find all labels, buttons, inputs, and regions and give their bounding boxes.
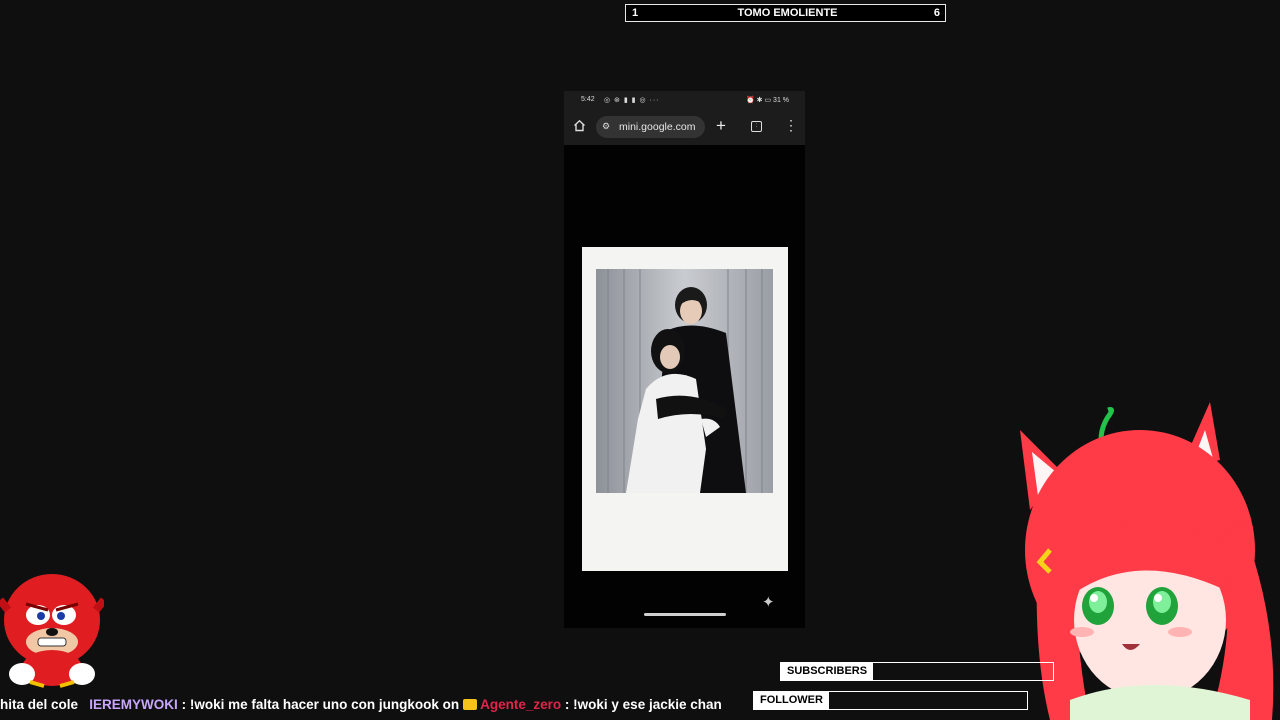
couple-photo	[596, 269, 773, 493]
browser-toolbar: ⚙ mini.google.com + : ⋮	[564, 109, 805, 145]
stream-counter-bar: 1 TOMO EMOLIENTE 6	[625, 4, 946, 22]
follower-goal-box: FOLLOWER	[753, 691, 1028, 710]
crown-icon	[462, 699, 477, 710]
subscribers-goal-box: SUBSCRIBERS	[780, 662, 1054, 681]
new-tab-icon[interactable]: +	[716, 116, 726, 136]
counter-title: TOMO EMOLIENTE	[737, 7, 838, 19]
status-battery: ⏰ ✱ ▭ 31 %	[746, 97, 789, 104]
chat-message: : !woki y ese jackie chan	[564, 697, 722, 712]
chat-username: Agente_zero	[480, 697, 562, 712]
counter-left: 1	[632, 7, 639, 19]
sparkle-icon[interactable]: ✦	[762, 593, 775, 611]
chat-ticker: hita del cole IEREMYWOKI : !woki me falt…	[0, 697, 760, 717]
gesture-bar	[644, 613, 726, 616]
counter-right: 6	[933, 7, 940, 19]
status-notification-icons: ◎ ⊛ ▮ ▮ ◎ ···	[604, 97, 660, 104]
polaroid-image	[582, 247, 788, 571]
home-icon[interactable]	[573, 119, 586, 132]
subscribers-label: SUBSCRIBERS	[781, 663, 874, 680]
address-url: mini.google.com	[619, 121, 696, 133]
chat-username: IEREMYWOKI	[89, 697, 178, 712]
address-bar[interactable]: ⚙ mini.google.com	[596, 116, 705, 138]
knuckles-sticker	[0, 574, 104, 688]
follower-label: FOLLOWER	[754, 692, 829, 709]
tab-switcher-icon[interactable]: :	[751, 121, 762, 132]
more-menu-icon[interactable]: ⋮	[784, 118, 798, 132]
ticker-prefix: hita del cole	[0, 697, 79, 712]
phone-status-bar: 5:42 ◎ ⊛ ▮ ▮ ◎ ··· ⏰ ✱ ▭ 31 %	[564, 91, 805, 109]
phone-screen: 5:42 ◎ ⊛ ▮ ▮ ◎ ··· ⏰ ✱ ▭ 31 % ⚙ mini.goo…	[564, 91, 805, 628]
site-settings-icon[interactable]: ⚙	[602, 121, 610, 132]
status-time: 5:42	[581, 96, 595, 103]
chat-message: : !woki me falta hacer uno con jungkook …	[181, 697, 460, 712]
